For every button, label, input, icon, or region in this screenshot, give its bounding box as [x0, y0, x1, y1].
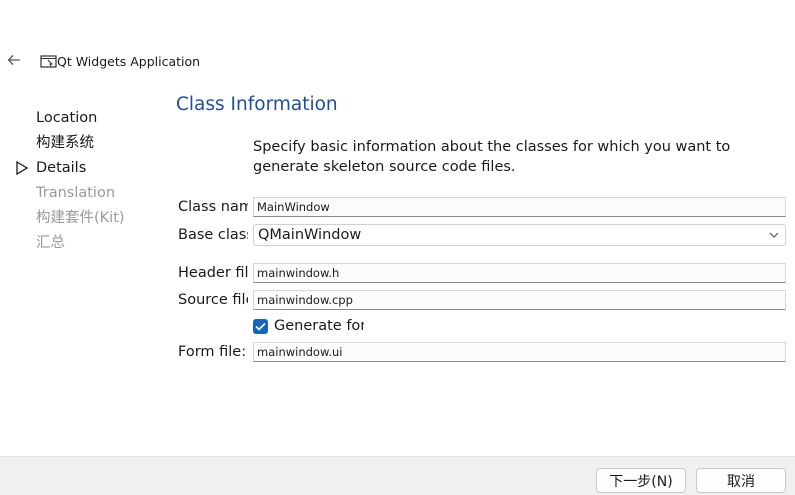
header-file-label: Header file: [178, 265, 248, 281]
step-summary: 汇总 [36, 235, 65, 251]
chevron-down-icon [769, 232, 779, 238]
step-build-system: 构建系统 [36, 135, 94, 151]
back-button[interactable] [4, 50, 24, 70]
step-location: Location [36, 110, 98, 126]
generate-form-checkbox[interactable] [253, 318, 268, 334]
cancel-button[interactable]: 取消 [696, 468, 786, 493]
class-name-input[interactable] [253, 197, 786, 217]
step-details: Details [36, 160, 87, 176]
button-bar: 下一步(N) 取消 [0, 456, 795, 495]
page-title: Class Information [176, 94, 338, 115]
checkmark-icon [255, 322, 266, 331]
class-name-label: Class name: [178, 199, 248, 215]
arrow-left-icon [7, 55, 20, 65]
form-file-input[interactable] [253, 342, 786, 362]
source-file-input[interactable] [253, 290, 786, 310]
window-title: Qt Widgets Application [57, 54, 201, 69]
base-class-combobox[interactable]: QMainWindow [253, 224, 786, 246]
base-class-value: QMainWindow [258, 227, 362, 243]
generate-form-checkbox-row[interactable]: Generate form [253, 316, 364, 336]
triangle-right-icon [16, 160, 29, 176]
header-file-input[interactable] [253, 263, 786, 283]
source-file-label: Source file: [178, 292, 248, 308]
base-class-label: Base class: [178, 227, 248, 243]
wizard-window: Qt Widgets Application Location 构建系统 Det… [0, 0, 795, 495]
generate-form-label: Generate form [274, 318, 364, 334]
form-file-label: Form file: [178, 344, 247, 360]
step-translation: Translation [36, 185, 116, 201]
next-button[interactable]: 下一步(N) [596, 468, 686, 493]
page-description: Specify basic information about the clas… [253, 139, 731, 175]
step-kits: 构建套件(Kit) [36, 210, 125, 226]
